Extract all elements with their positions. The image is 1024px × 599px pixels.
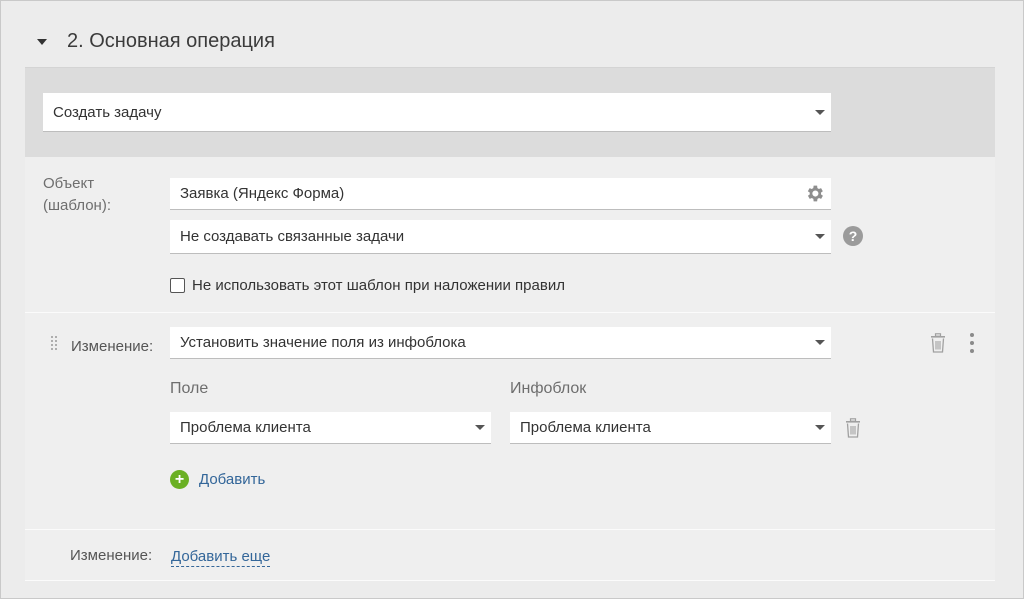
- operation-select[interactable]: Создать задачу: [43, 93, 831, 132]
- change-action-select[interactable]: Установить значение поля из инфоблока: [170, 327, 831, 359]
- drag-handle-icon[interactable]: [51, 336, 59, 352]
- field-select[interactable]: Проблема клиента: [170, 412, 491, 444]
- gear-icon[interactable]: [803, 183, 825, 205]
- chevron-down-icon: [815, 234, 825, 239]
- template-field-value: Заявка (Яндекс Форма): [180, 185, 345, 202]
- template-field[interactable]: Заявка (Яндекс Форма): [170, 178, 831, 210]
- operation-select-value: Создать задачу: [53, 103, 162, 121]
- object-label: Объект (шаблон):: [43, 175, 111, 214]
- infoblock-select-value: Проблема клиента: [520, 419, 651, 436]
- chevron-down-icon: [815, 340, 825, 345]
- section-title: 2. Основная операция: [67, 29, 275, 52]
- add-field-button[interactable]: + Добавить: [170, 470, 265, 489]
- add-field-label: Добавить: [199, 471, 266, 488]
- infoblock-select[interactable]: Проблема клиента: [510, 412, 831, 444]
- section-header-toggle[interactable]: 2. Основная операция: [37, 28, 275, 54]
- field-column-label: Поле: [170, 380, 209, 397]
- divider: [25, 580, 995, 581]
- plus-circle-icon: +: [170, 470, 189, 489]
- infoblock-column-label: Инфоблок: [510, 380, 587, 397]
- chevron-down-icon: [815, 109, 825, 115]
- related-tasks-select[interactable]: Не создавать связанные задачи: [170, 220, 831, 254]
- chevron-down-icon: [815, 425, 825, 430]
- trash-icon[interactable]: [930, 333, 946, 353]
- related-tasks-value: Не создавать связанные задачи: [180, 228, 405, 245]
- checkbox-label: Не использовать этот шаблон при наложени…: [192, 277, 565, 294]
- more-vertical-icon[interactable]: [969, 333, 975, 353]
- chevron-down-icon: [475, 425, 485, 430]
- trash-icon[interactable]: [845, 418, 861, 438]
- add-change-label: Изменение:: [70, 547, 153, 564]
- add-more-link[interactable]: Добавить еще: [171, 548, 271, 567]
- no-template-rules-checkbox[interactable]: [170, 278, 185, 293]
- field-select-value: Проблема клиента: [180, 419, 311, 436]
- change-action-value: Установить значение поля из инфоблока: [180, 334, 466, 351]
- help-icon[interactable]: ?: [843, 226, 863, 246]
- caret-down-icon: [37, 39, 47, 45]
- no-template-rules-checkbox-row[interactable]: Не использовать этот шаблон при наложени…: [170, 277, 565, 294]
- change-label: Изменение:: [71, 338, 154, 355]
